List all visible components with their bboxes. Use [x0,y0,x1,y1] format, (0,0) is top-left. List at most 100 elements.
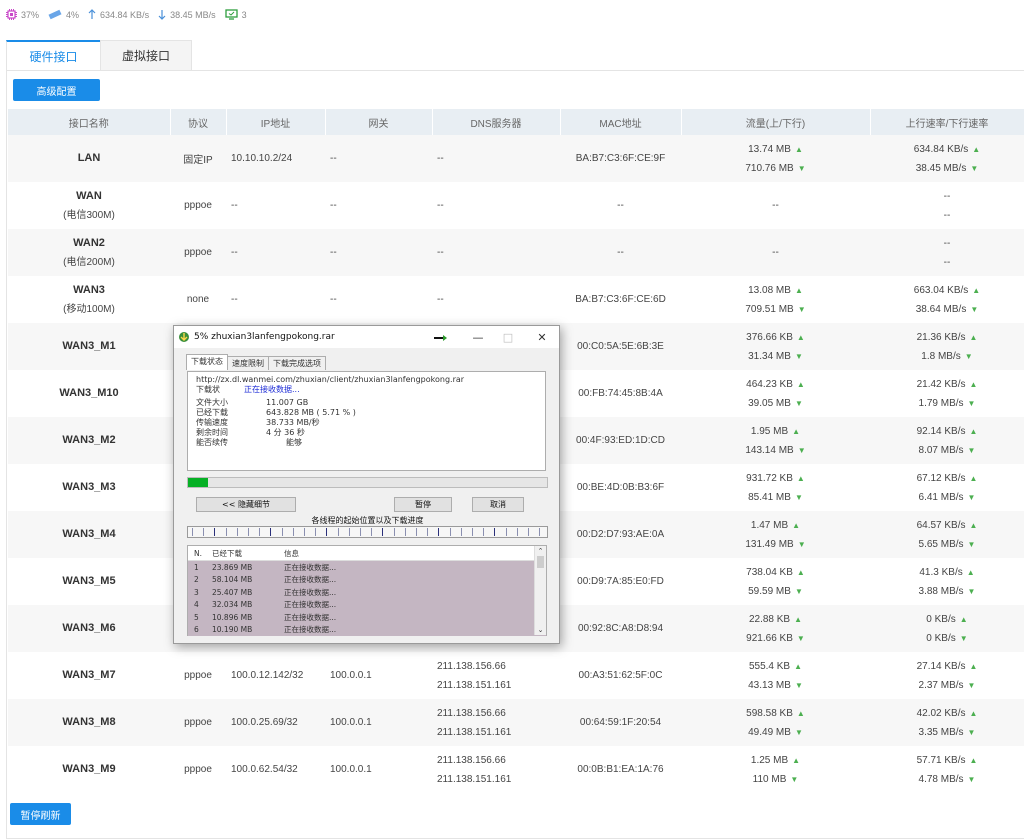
rate-down: 6.41 MB/s [918,491,964,503]
down-arrow-icon: ▼ [797,163,806,173]
dns-primary: -- [437,153,444,164]
thread-row[interactable]: 4 32.034 MB 正在接收数据... [188,598,546,611]
traffic-down: 110 MB [752,773,787,785]
traffic-cell: 931.72 KB ▲ 85.41 MB ▼ [681,464,870,511]
down-arrow-icon: ▼ [796,633,805,643]
mac-cell: 00:FB:74:45:8B:4A [578,388,663,399]
info-row: 剩余时间 4 分 36 秒 [196,428,537,438]
traffic-down: 39.05 MB [748,397,791,409]
thread-number: 3 [194,587,199,597]
cancel-button[interactable]: 取消 [472,497,524,512]
mac-cell: 00:BE:4D:0B:B3:6F [576,482,665,493]
col-downloaded: 已经下载 [212,548,242,558]
traffic-up: 376.66 KB [746,331,793,343]
gateway-cell: -- [330,247,337,258]
down-arrow-icon: ▼ [967,539,976,549]
info-key: 文件大小 [196,398,228,407]
ip-cell: 100.0.25.69/32 [231,717,298,728]
interface-name: WAN [76,189,102,202]
info-row: 传输速度 38.733 MB/秒 [196,418,537,428]
interface-name-cell: WAN3_M5 [8,558,170,605]
mac-cell: BA:B7:C3:6F:CE:6D [575,294,666,305]
up-arrow-icon: ▲ [796,567,805,577]
gateway-cell: 100.0.0.1 [330,717,372,728]
ip-cell: 100.0.62.54/32 [231,764,298,775]
rate-cell: 42.02 KB/s ▲ 3.35 MB/s ▼ [870,699,1024,746]
up-arrow-icon: ▲ [969,473,978,483]
pause-button[interactable]: 暂停 [394,497,452,512]
interface-name: WAN3_M4 [62,528,116,540]
down-arrow-icon: ▼ [794,586,803,596]
traffic-down-line: 110 MB ▼ [681,770,870,789]
tab-speed-limit[interactable]: 速度限制 [227,356,269,370]
dialog-titlebar[interactable]: 5% zhuxian3lanfengpokong.rar — □ ✕ [174,326,559,348]
mac-cell: -- [617,247,624,258]
protocol-cell: pppoe [184,764,212,775]
traffic-down-line: 143.14 MB ▼ [681,441,870,460]
down-arrow-icon: ▼ [794,680,803,690]
traffic-cell: 1.47 MB ▲ 131.49 MB ▼ [681,511,870,558]
segments-label: 各线程的起始位置以及下载进度 [311,516,424,525]
thread-row[interactable]: 1 23.869 MB 正在接收数据... [188,561,546,574]
thread-downloaded: 10.896 MB [212,612,253,622]
rate-down: 38.45 MB/s [915,162,967,174]
tab-hardware[interactable]: 硬件接口 [6,40,101,71]
up-arrow-icon: ▲ [969,426,978,436]
traffic-down-line: 921.66 KB ▼ [681,629,870,648]
rate-cell: 92.14 KB/s ▲ 8.07 MB/s ▼ [870,417,1024,464]
thread-segments-bar [187,526,548,538]
segment-marker [326,528,328,536]
mac-cell: 00:D2:D7:93:AE:0A [576,529,665,540]
tab-download-status[interactable]: 下载状态 [186,354,228,370]
tab-virtual[interactable]: 虚拟接口 [100,40,192,71]
segment-marker [292,528,294,536]
tab-completion-options[interactable]: 下载完成选项 [268,356,326,370]
thread-list-scrollbar[interactable]: ⌃ ⌄ [534,546,546,635]
pause-refresh-button[interactable]: 暂停刷新 [10,803,71,825]
traffic-down: 31.34 MB [748,350,791,362]
info-value: 4 分 36 秒 [266,428,305,437]
scroll-thumb[interactable] [537,556,544,568]
protocol-cell: pppoe [184,717,212,728]
rate-up-line: -- [870,187,1024,206]
dns-primary: 211.138.156.66 [437,754,506,766]
col-name: 接口名称 [8,109,171,135]
dns-secondary: 211.138.151.161 [437,679,512,691]
traffic-up-line: -- [681,196,870,215]
thread-row[interactable]: 2 58.104 MB 正在接收数据... [188,573,546,586]
thread-row[interactable]: 6 10.190 MB 正在接收数据... [188,623,546,636]
traffic-cell: 13.08 MB ▲ 709.51 MB ▼ [681,276,870,323]
rate-down: 3.88 MB/s [918,585,964,597]
protocol-cell: 固定IP [183,155,213,166]
scroll-down-icon[interactable]: ⌄ [535,625,546,635]
rate-down: 38.64 MB/s [915,303,967,315]
interface-name-cell: WAN3_M3 [8,464,170,511]
mac-cell: BA:B7:C3:6F:CE:9F [575,153,666,164]
thread-number: 2 [194,575,199,585]
scroll-up-icon[interactable]: ⌃ [535,546,546,556]
down-arrow-icon: ▼ [967,727,976,737]
protocol-cell: pppoe [184,247,212,258]
info-value: 643.828 MB ( 5.71 % ) [266,408,356,417]
thread-row[interactable]: 3 25.407 MB 正在接收数据... [188,586,546,599]
dns-primary: 211.138.156.66 [437,660,506,672]
thread-row[interactable]: 5 10.896 MB 正在接收数据... [188,611,546,624]
up-arrow-icon: ▲ [969,520,978,530]
info-value: 38.733 MB/秒 [266,418,320,427]
down-arrow-icon: ▼ [970,163,979,173]
minimize-icon[interactable]: — [464,326,492,348]
col-rate: 上行速率/下行速率 [870,109,1024,135]
rate-cell: -- -- [870,229,1024,276]
download-stat: 38.45 MB/s [158,9,216,22]
advanced-config-button[interactable]: 高级配置 [13,79,100,101]
rate-down: 1.8 MB/s [921,350,961,362]
dns-cell: -- [432,135,560,182]
close-icon[interactable]: ✕ [528,326,556,348]
traffic-up: 738.04 KB [746,566,793,578]
download-progress-bar [187,477,548,488]
protocol-cell: pppoe [184,200,212,211]
info-row: 能否续传 能够 [196,438,537,448]
segment-marker [214,528,216,536]
traffic-down-line: 710.76 MB ▼ [681,159,870,178]
hide-details-button[interactable]: << 隐藏细节 [196,497,296,512]
